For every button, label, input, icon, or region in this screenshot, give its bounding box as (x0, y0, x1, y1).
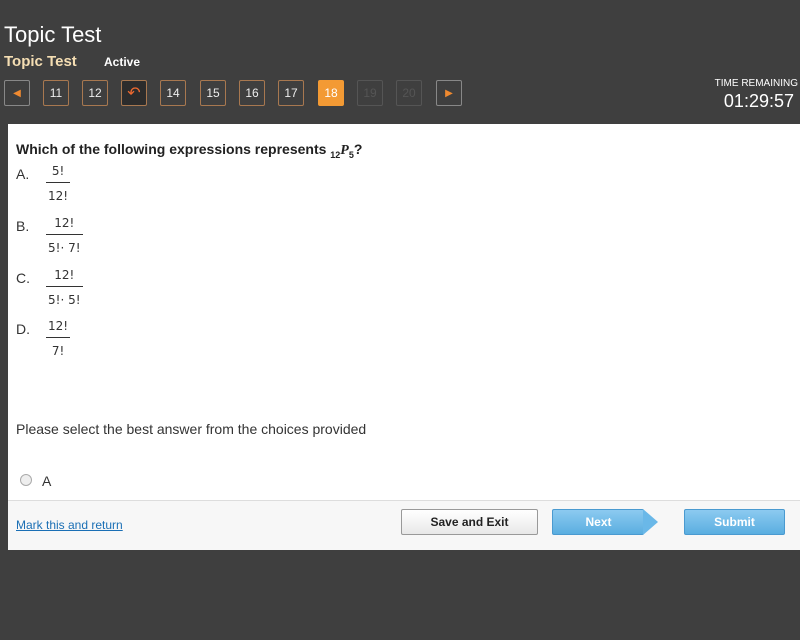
next-question-nav-button[interactable]: ▶ (436, 80, 462, 106)
timer: 01:29:57 (723, 91, 794, 111)
option-d-fraction: 12! 7! (46, 319, 71, 358)
triangle-right-icon: ▶ (445, 87, 453, 99)
answer-radio-label[interactable]: A (42, 473, 51, 489)
option-b-fraction: 12! 5!· 7! (46, 216, 83, 255)
question-14-button[interactable]: 14 (160, 80, 186, 106)
instruction-text: Please select the best answer from the c… (16, 421, 367, 437)
next-button-arrow[interactable] (643, 509, 658, 535)
question-18-button[interactable]: 18 (318, 80, 344, 106)
option-b-letter: B. (16, 218, 30, 234)
return-arrow-icon: ↶ (127, 85, 141, 102)
question-17-button[interactable]: 17 (278, 80, 304, 106)
question-19-button: 19 (357, 80, 383, 106)
notation-p: P (340, 143, 349, 158)
option-d-letter: D. (16, 321, 30, 337)
question-20-button: 20 (396, 80, 422, 106)
footer-bar: Mark this and return Save and Exit Next … (8, 500, 800, 550)
triangle-left-icon: ◀ (13, 87, 21, 99)
mark-and-return-link[interactable]: Mark this and return (16, 518, 123, 532)
submit-button[interactable]: Submit (684, 509, 785, 535)
save-and-exit-button[interactable]: Save and Exit (401, 509, 538, 535)
next-button[interactable]: Next (552, 509, 644, 535)
question-panel: Which of the following expressions repre… (8, 124, 800, 500)
status-label: Active (104, 55, 141, 69)
question-15-button[interactable]: 15 (200, 80, 226, 106)
question-text: Which of the following expressions repre… (16, 141, 363, 160)
question-13-button[interactable]: ↶ (121, 80, 147, 106)
page-title: Topic Test (4, 22, 102, 47)
notation-n: 12 (330, 149, 341, 160)
option-c-fraction: 12! 5!· 5! (46, 268, 83, 307)
question-16-button[interactable]: 16 (239, 80, 265, 106)
answer-radio-a[interactable] (20, 474, 32, 486)
time-remaining-label: TIME REMAINING (714, 78, 798, 89)
option-c-letter: C. (16, 270, 30, 286)
question-12-button[interactable]: 12 (82, 80, 108, 106)
prev-question-button[interactable]: ◀ (4, 80, 30, 106)
test-subtitle: Topic Test (4, 53, 77, 70)
question-11-button[interactable]: 11 (43, 80, 69, 106)
option-a-fraction: 5! 12! (46, 164, 71, 203)
option-a-letter: A. (16, 166, 30, 182)
